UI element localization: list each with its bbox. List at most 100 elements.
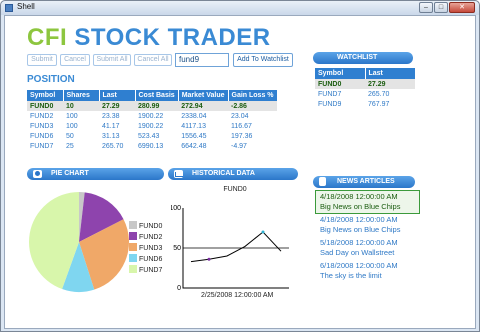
table-cell: 2338.04: [181, 112, 207, 120]
legend-swatch: [129, 232, 137, 240]
table-cell: 1556.45: [181, 132, 207, 140]
table-cell: 25: [66, 142, 74, 150]
news-item[interactable]: 6/18/2008 12:00:00 AM The sky is the lim…: [315, 261, 420, 281]
column-header[interactable]: Symbol: [27, 90, 64, 101]
legend-label: FUND0: [139, 223, 162, 230]
y-tick-label: 50: [173, 245, 181, 252]
column-header[interactable]: Symbol: [315, 68, 366, 79]
table-row[interactable]: FUND9 767.97: [315, 99, 415, 109]
data-point[interactable]: [261, 230, 265, 234]
historical-data-header: HISTORICAL DATA: [168, 168, 298, 180]
line-chart-icon: [174, 170, 183, 178]
table-cell: FUND2: [30, 112, 54, 120]
table-cell: 6990.13: [138, 142, 164, 150]
legend-swatch: [129, 221, 137, 229]
table-cell: FUND0: [27, 101, 63, 111]
brand-part1: CFI: [27, 24, 68, 51]
table-cell: 10: [63, 101, 99, 111]
news-item[interactable]: 5/18/2008 12:00:00 AM Sad Day on Wallstr…: [315, 238, 420, 258]
historical-data-title: HISTORICAL DATA: [192, 170, 255, 177]
app-icon: [5, 4, 13, 12]
column-header[interactable]: Last: [99, 90, 136, 101]
table-cell: 1900.22: [138, 122, 164, 130]
news-date: 6/18/2008 12:00:00 AM: [320, 261, 398, 270]
column-header[interactable]: Last: [365, 68, 416, 79]
news-headline: Sad Day on Wallstreet: [320, 248, 395, 257]
pie-chart-header: PIE CHART: [27, 168, 164, 180]
legend-label: FUND2: [139, 234, 162, 241]
table-row[interactable]: FUND0 27.29: [315, 79, 415, 89]
app-content: CFI STOCK TRADER Submit Cancel Submit Al…: [4, 15, 476, 329]
watchlist-header: WATCHLIST: [313, 52, 413, 64]
news-date: 4/18/2008 12:00:00 AM: [320, 192, 398, 201]
table-cell: 197.36: [231, 132, 253, 140]
table-row[interactable]: FUND7 25 265.70 6990.13 6642.48 -4.97: [27, 141, 277, 151]
column-header[interactable]: Shares: [63, 90, 100, 101]
submit-button[interactable]: Submit: [27, 54, 57, 66]
line-chart: 0 50 100: [171, 205, 289, 292]
column-header[interactable]: Cost Basis: [135, 90, 179, 101]
table-cell: -4.97: [231, 142, 247, 150]
app-window: Shell – □ ✕ CFI STOCK TRADER Submit Canc…: [0, 0, 480, 332]
legend-label: FUND3: [139, 245, 162, 252]
table-cell: 4117.13: [181, 122, 206, 130]
window-title: Shell: [17, 2, 35, 11]
table-cell: -2.86: [228, 101, 278, 111]
legend-swatch: [129, 254, 137, 262]
table-cell: 280.99: [135, 101, 179, 111]
news-headline: Big News on Blue Chips: [320, 225, 401, 234]
y-tick-label: 0: [177, 285, 181, 292]
pie-chart: FUND0 FUND2 FUND3 FUND6 FUND7: [28, 192, 162, 292]
add-to-watchlist-button[interactable]: Add To Watchlist: [233, 53, 293, 67]
table-cell: 265.70: [102, 142, 124, 150]
brand-part2: STOCK TRADER: [74, 24, 271, 51]
position-table: Symbol Shares Last Cost Basis Market Value Ga…: [27, 90, 278, 151]
series-line: [190, 231, 282, 263]
watchlist-table: Symbol Last FUND0 27.29 FUND7 265.70 FUND9 767…: [315, 68, 416, 109]
symbol-input[interactable]: fund9: [175, 53, 229, 67]
close-button[interactable]: ✕: [449, 2, 475, 13]
cancel-button[interactable]: Cancel: [60, 54, 90, 66]
y-tick-label: 100: [171, 205, 181, 212]
line-chart-xlabel: 2/25/2008 12:00:00 AM: [201, 292, 274, 299]
legend-swatch: [129, 243, 137, 251]
column-header[interactable]: Market Value: [178, 90, 229, 101]
table-cell: 1900.22: [138, 112, 164, 120]
table-cell: FUND7: [318, 90, 342, 98]
submit-all-button[interactable]: Submit All: [93, 54, 131, 66]
table-cell: FUND6: [30, 132, 54, 140]
table-cell: FUND9: [318, 100, 342, 108]
data-point[interactable]: [207, 257, 211, 261]
table-cell: 27.29: [365, 79, 415, 89]
line-chart-title: FUND0: [223, 186, 247, 193]
table-row[interactable]: FUND6 50 31.13 523.43 1556.45 197.36: [27, 131, 277, 141]
table-cell: 23.04: [231, 112, 249, 120]
news-item[interactable]: 4/18/2008 12:00:00 AM Big News on Blue C…: [315, 190, 420, 214]
news-date: 5/18/2008 12:00:00 AM: [320, 238, 398, 247]
news-date: 4/18/2008 12:00:00 AM: [320, 215, 398, 224]
table-cell: FUND0: [315, 79, 365, 89]
table-row[interactable]: FUND3 100 41.17 1900.22 4117.13 116.67: [27, 121, 277, 131]
minimize-button[interactable]: –: [419, 2, 433, 13]
news-icon: [319, 177, 326, 186]
table-cell: 523.43: [138, 132, 160, 140]
table-cell: 272.94: [178, 101, 228, 111]
maximize-button[interactable]: □: [434, 2, 448, 13]
table-cell: 31.13: [102, 132, 120, 140]
table-row[interactable]: FUND7 265.70: [315, 89, 415, 99]
news-item[interactable]: 4/18/2008 12:00:00 AM Big News on Blue C…: [315, 215, 420, 235]
news-articles-header: NEWS ARTICLES: [313, 176, 415, 188]
table-cell: 41.17: [102, 122, 120, 130]
brand-logo: CFI STOCK TRADER: [27, 24, 271, 52]
watchlist-title: WATCHLIST: [337, 54, 378, 61]
table-row[interactable]: FUND0 10 27.29 280.99 272.94 -2.86: [27, 101, 278, 111]
column-header[interactable]: Gain Loss %: [228, 90, 278, 101]
table-row[interactable]: FUND2 100 23.38 1900.22 2338.04 23.04: [27, 111, 277, 121]
legend-label: FUND6: [139, 256, 162, 263]
news-headline: Big News on Blue Chips: [320, 202, 401, 211]
position-title: POSITION: [27, 74, 75, 85]
title-bar[interactable]: Shell – □ ✕: [1, 1, 479, 15]
table-cell: 265.70: [368, 90, 390, 98]
table-cell: 6642.48: [181, 142, 207, 150]
cancel-all-button[interactable]: Cancel All: [134, 54, 172, 66]
